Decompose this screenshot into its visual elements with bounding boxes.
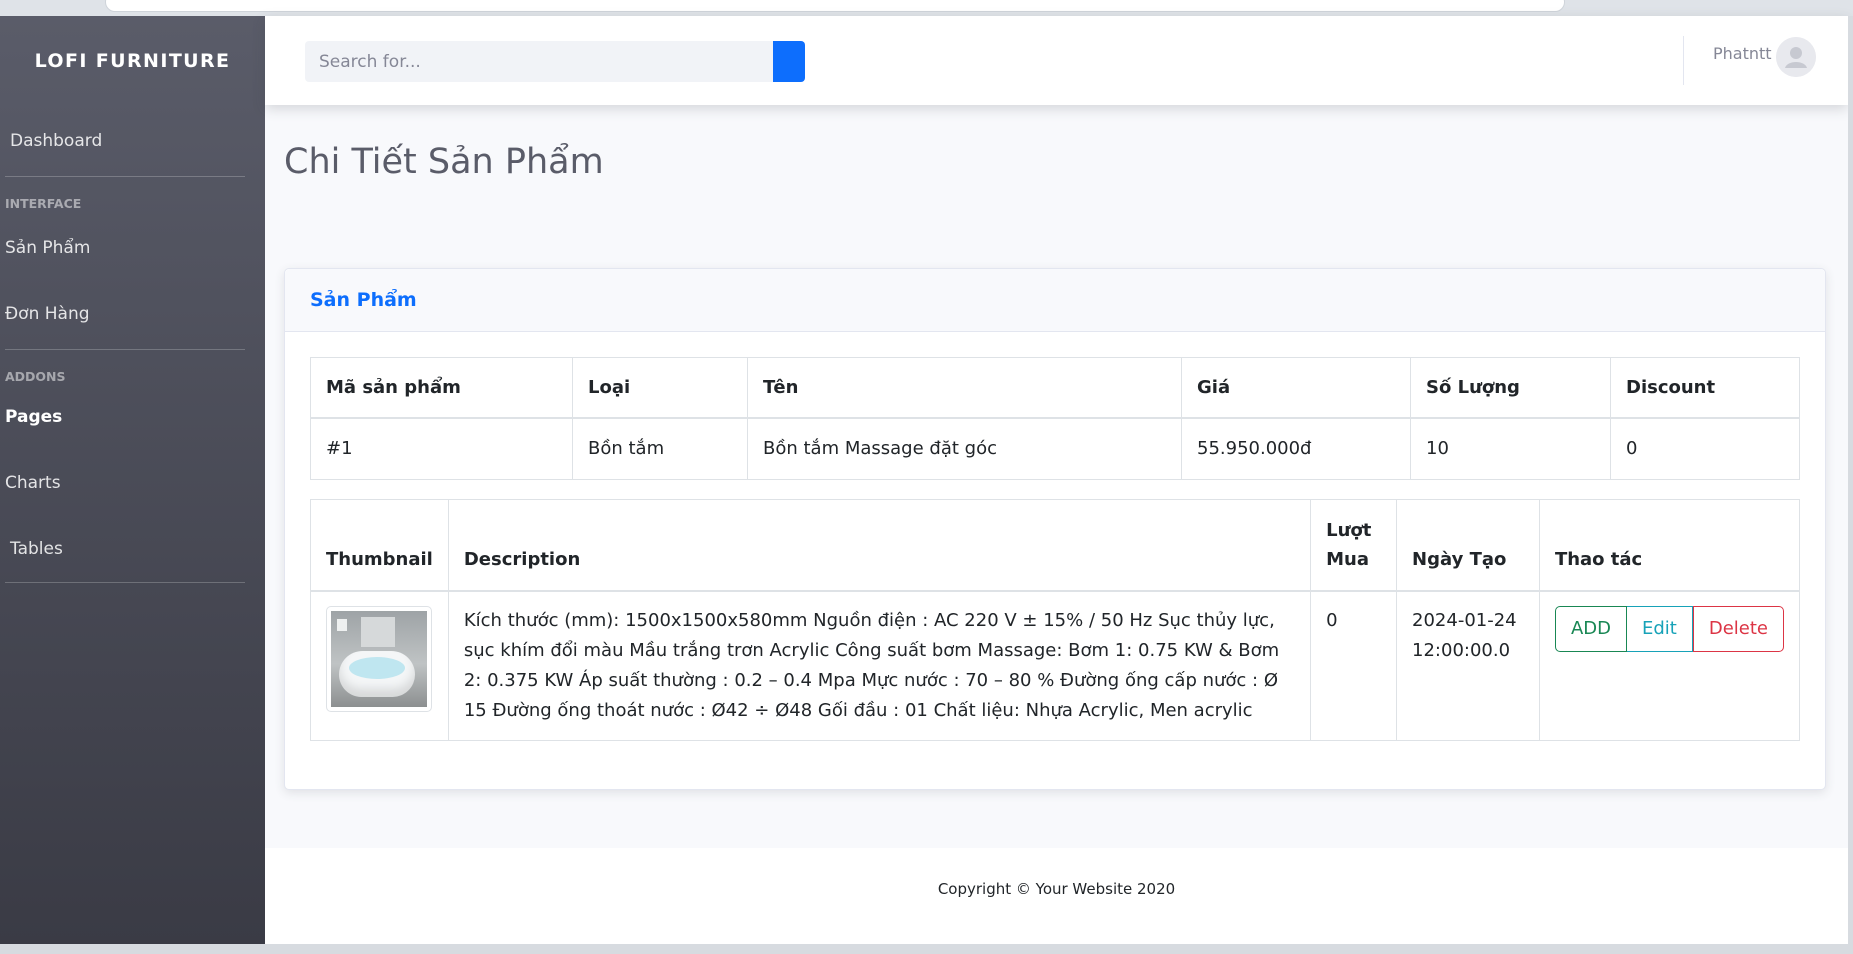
column-header: Loại — [572, 357, 748, 419]
product-table: Mã sản phẩm Loại Tên Giá Số Lượng Discou… — [310, 357, 1800, 480]
card-header: Sản Phẩm — [285, 269, 1825, 332]
topbar: Phatntt — [265, 16, 1848, 105]
bathtub-image — [331, 610, 427, 707]
product-card: Sản Phẩm Mã sản phẩm Loại Tên Giá Số Lượ… — [284, 268, 1826, 790]
cell-luot-mua: 0 — [1310, 590, 1398, 741]
sidebar-item-don-hang[interactable]: Đơn Hàng — [0, 279, 265, 349]
cell-actions: ADD Edit Delete — [1538, 590, 1801, 741]
cell-product-id: #1 — [310, 417, 573, 480]
cell-discount: 0 — [1610, 417, 1800, 480]
delete-button[interactable]: Delete — [1692, 605, 1784, 652]
cell-ngay-tao: 2024-01-24 12:00:00.0 — [1396, 590, 1540, 741]
column-header: Tên — [747, 357, 1182, 419]
cell-name: Bồn tắm Massage đặt góc — [747, 417, 1182, 480]
column-header: Ngày Tạo — [1396, 499, 1540, 592]
column-header: Thao tác — [1538, 499, 1801, 592]
column-header: Thumbnail — [310, 499, 449, 592]
sidebar-heading-interface: INTERFACE — [5, 196, 82, 211]
copyright-text: Copyright © Your Website 2020 — [937, 880, 1176, 898]
column-header: Description — [447, 499, 1312, 592]
sidebar-heading-addons: ADDONS — [5, 369, 66, 384]
footer: Copyright © Your Website 2020 — [265, 848, 1848, 944]
column-header: Giá — [1181, 357, 1411, 419]
add-button[interactable]: ADD — [1554, 605, 1627, 652]
product-thumbnail[interactable] — [326, 605, 432, 712]
search-input[interactable] — [305, 41, 773, 82]
column-header: Mã sản phẩm — [310, 357, 573, 419]
window-edge — [0, 944, 1853, 954]
sidebar-item-tables[interactable]: Tables — [0, 512, 265, 582]
table-row: #1 Bồn tắm Bồn tắm Massage đặt góc 55.95… — [310, 417, 1800, 480]
edit-button[interactable]: Edit — [1626, 605, 1693, 652]
search-button[interactable] — [773, 41, 805, 82]
sidebar-item-pages[interactable]: Pages — [0, 404, 265, 452]
sidebar: LOFI FURNITURE Dashboard INTERFACE Sản P… — [0, 16, 265, 944]
table-header-row: Thumbnail Description Lượt Mua Ngày Tạo … — [310, 499, 1801, 592]
cell-description: Kích thước (mm): 1500x1500x580mm Nguồn đ… — [447, 590, 1312, 741]
cell-thumbnail — [310, 590, 449, 741]
browser-address-bar[interactable] — [105, 0, 1565, 12]
page-title: Chi Tiết Sản Phẩm — [284, 142, 604, 182]
topbar-divider — [1683, 36, 1684, 85]
column-header: Lượt Mua — [1310, 499, 1398, 592]
sidebar-item-san-pham[interactable]: Sản Phẩm — [0, 231, 265, 279]
search-form — [305, 41, 805, 82]
cell-quantity: 10 — [1410, 417, 1611, 480]
column-header: Số Lượng — [1410, 357, 1611, 419]
action-button-group: ADD Edit Delete — [1554, 605, 1784, 652]
sidebar-item-dashboard[interactable]: Dashboard — [0, 106, 265, 176]
column-header: Discount — [1610, 357, 1800, 419]
content-wrapper: Phatntt Chi Tiết Sản Phẩm Sản Phẩm Mã sả… — [265, 16, 1848, 944]
sidebar-item-charts[interactable]: Charts — [0, 452, 265, 512]
user-avatar-icon[interactable] — [1776, 37, 1816, 77]
cell-price: 55.950.000đ — [1181, 417, 1411, 480]
product-detail-table: Thumbnail Description Lượt Mua Ngày Tạo … — [310, 499, 1801, 741]
table-header-row: Mã sản phẩm Loại Tên Giá Số Lượng Discou… — [310, 357, 1800, 419]
browser-chrome — [0, 0, 1853, 16]
user-name[interactable]: Phatntt — [1713, 44, 1772, 63]
sidebar-brand[interactable]: LOFI FURNITURE — [0, 16, 265, 106]
table-row: Kích thước (mm): 1500x1500x580mm Nguồn đ… — [310, 590, 1801, 741]
cell-category: Bồn tắm — [572, 417, 748, 480]
window-edge — [1848, 16, 1853, 944]
sidebar-divider — [5, 582, 245, 583]
